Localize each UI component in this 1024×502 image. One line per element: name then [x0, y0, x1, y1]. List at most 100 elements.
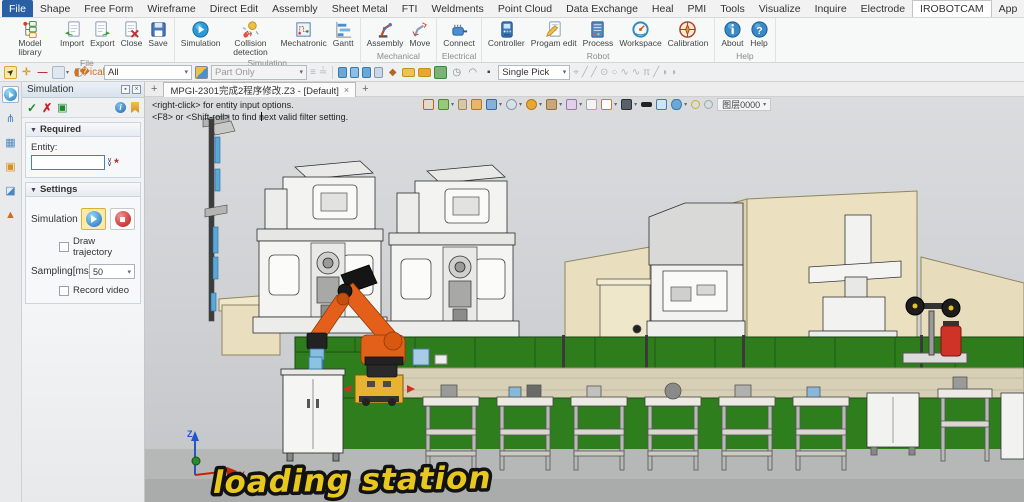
stop-simulation-button[interactable] [110, 208, 135, 230]
panel-close-icon[interactable]: × [132, 85, 141, 94]
sidebar-tab-mechatronic[interactable]: ⋔ [2, 110, 19, 127]
workspace-button[interactable]: Workspace [616, 19, 664, 49]
layer-circle-icon[interactable] [704, 100, 713, 109]
window-icon[interactable] [586, 99, 597, 110]
pick-component-icon[interactable]: ◆ [386, 66, 399, 79]
close-file-button[interactable]: Close [118, 19, 146, 49]
menu-tab-directedit[interactable]: Direct Edit [203, 0, 265, 17]
menu-tab-assembly[interactable]: Assembly [265, 0, 325, 17]
sidebar-tab-workspace[interactable]: ▣ [2, 158, 19, 175]
model-library-button[interactable]: Model library [3, 19, 57, 58]
attribute-filter-icon[interactable]: ▮�ically; [88, 66, 101, 79]
menu-tab-tools[interactable]: Tools [713, 0, 752, 17]
lightbulb-icon[interactable] [691, 100, 700, 109]
sampling-dropdown[interactable]: 50 [89, 264, 135, 279]
layer-manager-icon[interactable] [434, 66, 447, 79]
entity-input[interactable] [31, 155, 105, 170]
menu-tab-electrode[interactable]: Electrode [854, 0, 912, 17]
menu-tab-shape[interactable]: Shape [33, 0, 77, 17]
shade-mode-icon[interactable] [195, 66, 208, 79]
progam-edit-button[interactable]: Progam edit [528, 19, 580, 49]
play-simulation-button[interactable] [81, 208, 106, 230]
folder-add-icon[interactable] [418, 68, 431, 77]
required-section-header[interactable]: ▼Required [25, 122, 141, 137]
tab-close-icon[interactable]: × [344, 85, 349, 95]
pick-face-icon[interactable] [338, 67, 347, 78]
shade-style-icon[interactable] [438, 99, 449, 110]
process-button[interactable]: Process [580, 19, 617, 49]
document-tab[interactable]: MPGI-2301完成2程序修改.Z3 - [Default] × [163, 82, 356, 97]
clip-plane-icon[interactable] [601, 99, 612, 110]
monitor-icon[interactable] [621, 99, 632, 110]
image-capture-icon[interactable] [52, 66, 65, 79]
render-mode-icon[interactable] [526, 99, 537, 110]
exit-sketch-icon[interactable] [423, 99, 434, 110]
image-caret-icon[interactable]: ▾ [66, 69, 69, 76]
info-icon[interactable]: i [115, 102, 126, 113]
menu-tab-wireframe[interactable]: Wireframe [140, 0, 202, 17]
menu-tab-app[interactable]: App [992, 0, 1024, 17]
filter-dropdown[interactable]: All [104, 65, 192, 80]
apply-button[interactable]: ▣ [57, 101, 67, 114]
bookmark-icon[interactable] [131, 102, 139, 113]
pick-body-icon[interactable] [374, 67, 383, 78]
select-cursor-icon[interactable]: ➤ [4, 66, 17, 79]
pick-mode-dropdown[interactable]: Single Pick [498, 65, 570, 80]
gantt-button[interactable]: Gantt [330, 19, 357, 49]
menu-tab-pmi[interactable]: PMI [681, 0, 714, 17]
menu-tab-file[interactable]: File [2, 0, 33, 17]
panel-minimize-icon[interactable]: ▪ [121, 85, 130, 94]
connect-button[interactable]: Connect [440, 19, 478, 49]
viewport[interactable]: + MPGI-2301完成2程序修改.Z3 - [Default] × + <r… [145, 82, 1024, 502]
mechatronic-button[interactable]: Mechatronic [277, 19, 329, 49]
menu-tab-visualize[interactable]: Visualize [752, 0, 808, 17]
simulation-button[interactable]: Simulation [178, 19, 224, 49]
expand-chevrons-icon[interactable]: ∨∨ [107, 159, 112, 167]
brush-icon[interactable] [471, 99, 482, 110]
black-bar-icon[interactable] [641, 102, 652, 107]
menu-tab-heal[interactable]: Heal [645, 0, 681, 17]
record-video-checkbox[interactable] [59, 286, 69, 296]
assembly-robot-button[interactable]: Assembly [364, 19, 407, 49]
pick-edge-icon[interactable] [350, 67, 359, 78]
display-dropdown[interactable]: Part Only [211, 65, 307, 80]
sidebar-tab-robot[interactable]: ▲ [2, 206, 19, 223]
folder-icon[interactable] [402, 68, 415, 77]
import-button[interactable]: Import [57, 19, 87, 49]
pencil-icon[interactable] [458, 99, 467, 110]
menu-tab-dataexchange[interactable]: Data Exchange [559, 0, 645, 17]
history-icon[interactable]: ◷ [450, 66, 463, 79]
blue-frame-icon[interactable] [656, 99, 667, 110]
collision-detection-button[interactable]: Collision detection [223, 19, 277, 58]
ok-button[interactable]: ✓ [27, 101, 37, 115]
cancel-button[interactable]: ✗ [42, 101, 52, 115]
draw-trajectory-checkbox[interactable] [59, 242, 69, 252]
eraser-icon[interactable] [566, 99, 577, 110]
pick-all-icon[interactable]: * [114, 158, 119, 168]
menu-tab-sheetmetal[interactable]: Sheet Metal [325, 0, 395, 17]
new-tab-icon[interactable]: + [145, 83, 163, 95]
eye-icon[interactable] [671, 99, 682, 110]
menu-tab-inquire[interactable]: Inquire [808, 0, 854, 17]
export-button[interactable]: Export [87, 19, 118, 49]
remove-filter-icon[interactable]: — [36, 66, 49, 79]
menu-tab-freeform[interactable]: Free Form [77, 0, 140, 17]
loading-cabinet[interactable] [281, 357, 345, 461]
add-tab-icon[interactable]: + [356, 83, 374, 95]
save-button[interactable]: Save [145, 19, 170, 49]
block-icon[interactable]: ▪ [482, 66, 495, 79]
move-entity-icon[interactable]: ✛ [20, 66, 33, 79]
cad-3d-scene[interactable]: Z X loading station [145, 97, 1024, 502]
view-orient-icon[interactable] [506, 99, 517, 110]
curve-icon[interactable]: ◠ [466, 66, 479, 79]
menu-tab-weldments[interactable]: Weldments [424, 0, 490, 17]
sidebar-tab-simulation[interactable] [2, 86, 19, 103]
sidebar-tab-scene[interactable]: ◪ [2, 182, 19, 199]
controller-button[interactable]: Controller [485, 19, 528, 49]
settings-section-header[interactable]: ▼Settings [25, 182, 141, 197]
view-cube-icon[interactable] [486, 99, 497, 110]
menu-tab-irobotcam[interactable]: IROBOTCAM [912, 0, 992, 17]
calibration-button[interactable]: Calibration [665, 19, 712, 49]
about-button[interactable]: About [718, 19, 746, 49]
help-button[interactable]: ? Help [747, 19, 772, 49]
